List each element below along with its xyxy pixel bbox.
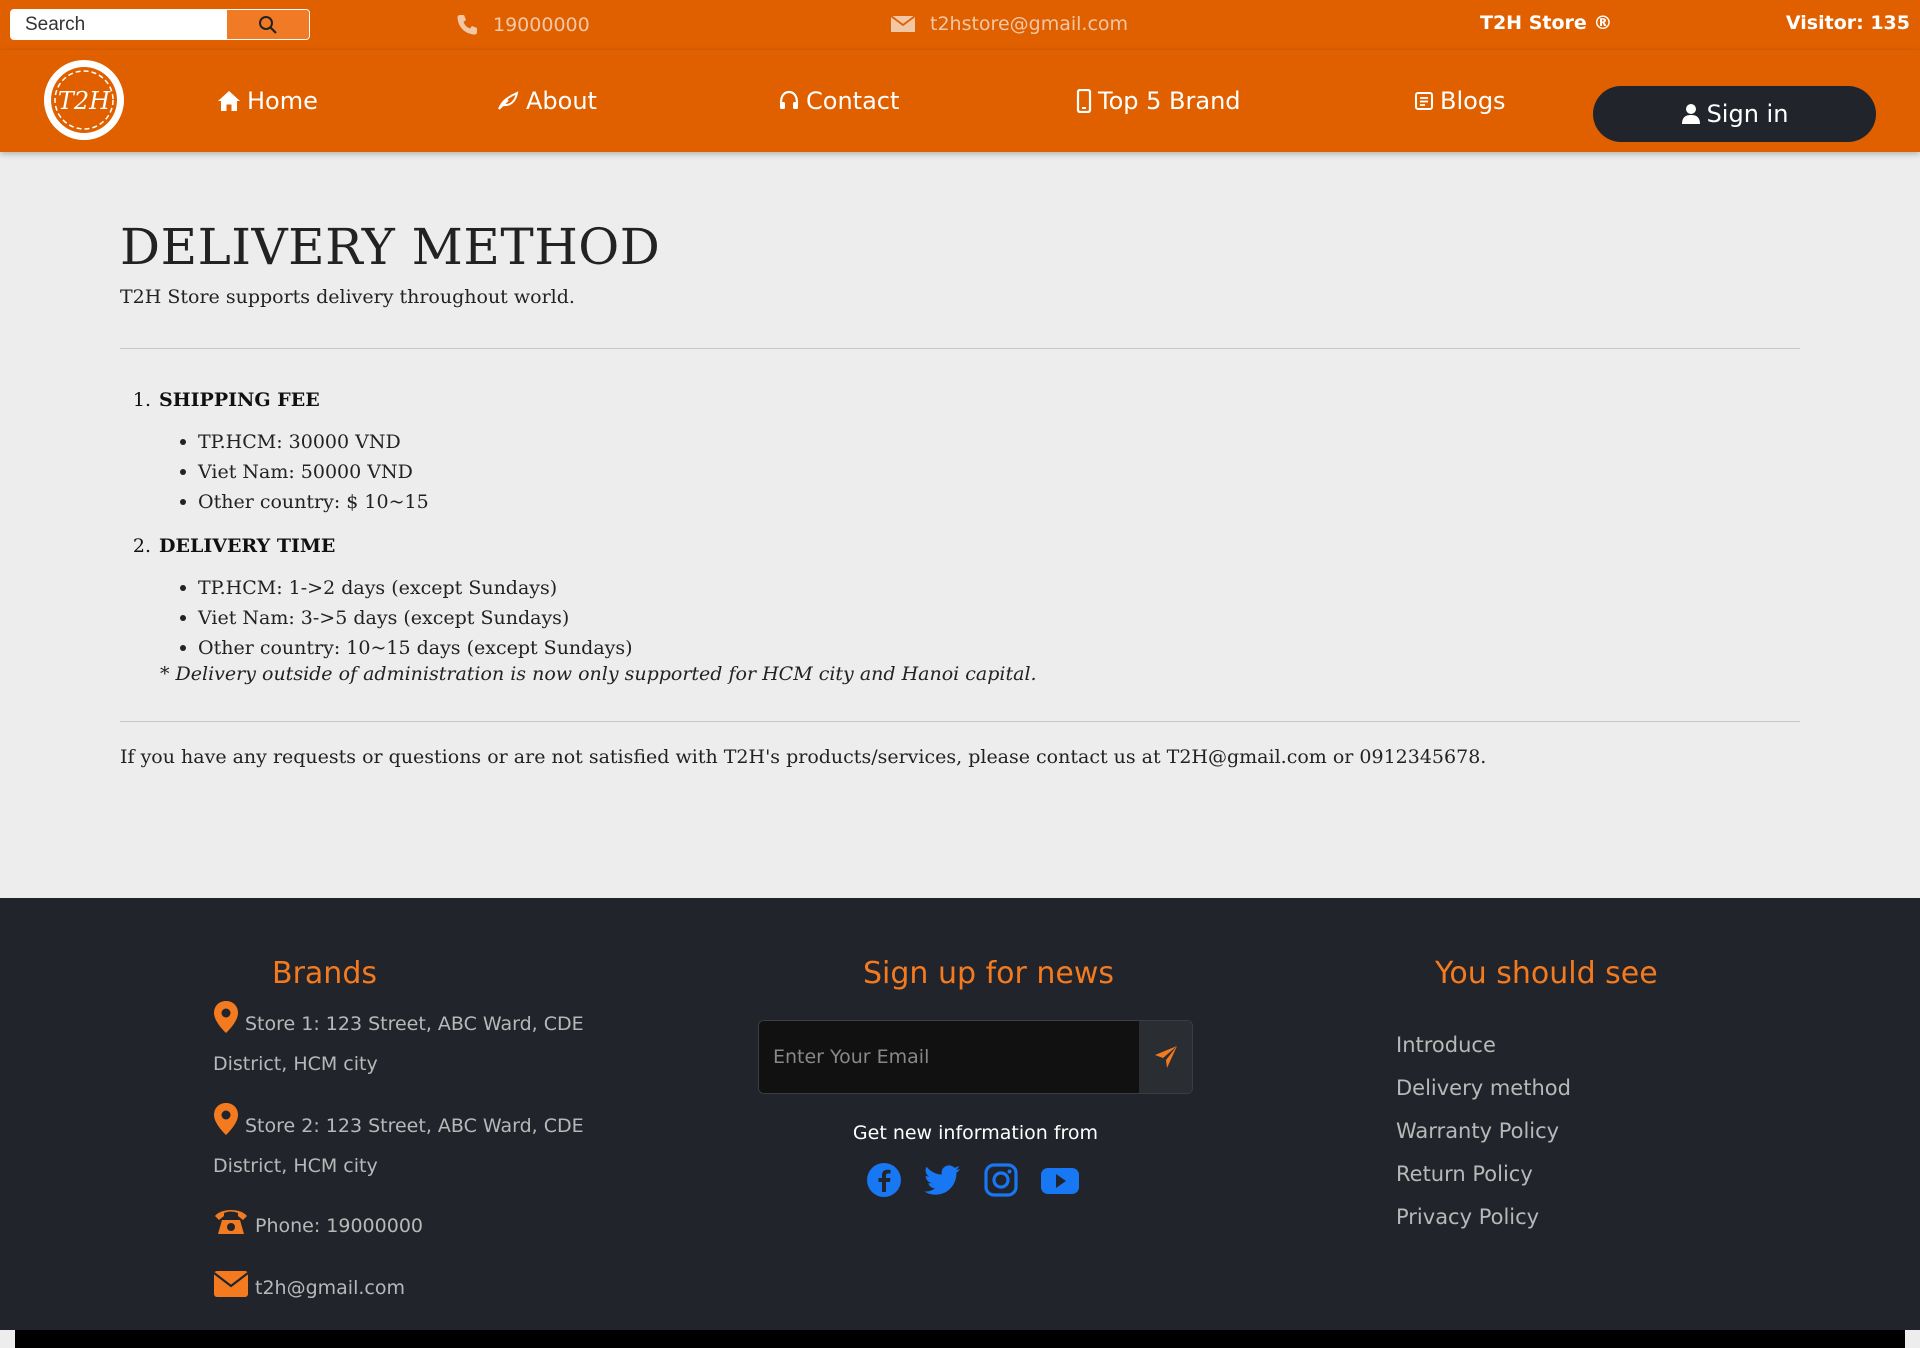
search-button[interactable] [227,10,309,39]
divider [120,721,1800,722]
nav-contact[interactable]: Contact [778,87,899,115]
paper-plane-icon [1154,1046,1177,1068]
store-2: Store 2: 123 Street, ABC Ward, CDE Distr… [213,1102,633,1186]
list-item: TP.HCM: 30000 VND [178,427,1800,457]
footer-phone: Phone: 19000000 [213,1206,633,1246]
footer-link-privacy-policy[interactable]: Privacy Policy [1396,1196,1571,1239]
section-delivery-time: 2. DELIVERY TIME TP.HCM: 1->2 days (exce… [120,535,1800,685]
see-heading: You should see [1435,956,1658,991]
youtube-icon[interactable] [1040,1162,1080,1198]
top-email-text: t2hstore@gmail.com [930,13,1129,35]
nav-about[interactable]: About [496,87,597,115]
nav-home-label: Home [247,87,318,115]
search-form [10,9,310,40]
nav-about-label: About [526,87,597,115]
footer-link-delivery-method[interactable]: Delivery method [1396,1067,1571,1110]
news-heading: Sign up for news [863,956,1114,991]
shipping-fee-list: TP.HCM: 30000 VND Viet Nam: 50000 VND Ot… [178,427,1800,517]
footer-email[interactable]: t2h@gmail.com [213,1268,633,1308]
brand-mark: T2H Store ® [1480,12,1613,34]
delivery-time-list: TP.HCM: 1->2 days (except Sundays) Viet … [178,573,1800,663]
headset-icon [779,90,799,109]
footer-phone-text: Phone: 19000000 [255,1215,424,1237]
list-item: Viet Nam: 3->5 days (except Sundays) [178,603,1800,633]
phone-icon [457,15,477,35]
footer-email-text: t2h@gmail.com [255,1277,405,1299]
section-number: 1. [132,389,151,411]
nav-blogs-label: Blogs [1440,87,1506,115]
newsletter-submit-button[interactable] [1139,1021,1192,1093]
store-1-text: Store 1: 123 Street, ABC Ward, CDE Distr… [213,1013,584,1075]
sign-in-button[interactable]: Sign in [1593,86,1876,142]
contact-line: If you have any requests or questions or… [120,746,1487,768]
top-email[interactable]: t2hstore@gmail.com [890,13,1128,35]
blog-icon [1415,92,1433,110]
mobile-phone-icon [1076,89,1092,113]
page-title: DELIVERY METHOD [120,218,661,276]
section-title: 1. SHIPPING FEE [120,389,1800,411]
brands-heading: Brands [272,956,377,991]
footer-bottom-strip [15,1330,1905,1348]
telephone-icon [215,1210,247,1234]
list-item: Other country: 10~15 days (except Sunday… [178,633,1800,663]
envelope-icon [890,15,916,32]
nav-blogs[interactable]: Blogs [1414,87,1506,115]
logo[interactable]: T2H [42,58,126,142]
list-item: Viet Nam: 50000 VND [178,457,1800,487]
delivery-note: * Delivery outside of administration is … [160,663,1037,685]
section-heading: DELIVERY TIME [159,535,336,557]
store-2-text: Store 2: 123 Street, ABC Ward, CDE Distr… [213,1115,584,1177]
leaf-icon [498,91,519,110]
nav-top5brand-label: Top 5 Brand [1098,87,1241,115]
visitor-count: Visitor: 135 [1785,12,1910,34]
nav-home[interactable]: Home [217,87,318,115]
home-icon [218,91,240,111]
top-phone-text: 19000000 [493,14,590,36]
footer-link-introduce[interactable]: Introduce [1396,1024,1571,1067]
divider [120,348,1800,349]
nav-top5brand[interactable]: Top 5 Brand [1076,87,1241,115]
search-input[interactable] [11,10,227,39]
section-heading: SHIPPING FEE [159,389,320,411]
newsletter-form [758,1020,1193,1094]
main-content: DELIVERY METHOD T2H Store supports deliv… [120,152,1800,768]
map-pin-icon [214,1103,238,1135]
section-shipping-fee: 1. SHIPPING FEE TP.HCM: 30000 VND Viet N… [120,389,1800,517]
store-1: Store 1: 123 Street, ABC Ward, CDE Distr… [213,1000,633,1084]
top-phone[interactable]: 19000000 [455,13,590,37]
nav-bar: T2H Home About Contact Top 5 Brand Blogs… [0,50,1920,152]
footer-links: Introduce Delivery method Warranty Polic… [1396,1024,1571,1239]
section-number: 2. [132,535,151,557]
instagram-icon[interactable] [984,1162,1018,1198]
facebook-icon[interactable] [866,1162,902,1198]
section-title: 2. DELIVERY TIME [120,535,1800,557]
top-bar: 19000000 t2hstore@gmail.com T2H Store ® … [0,0,1920,50]
footer-link-return-policy[interactable]: Return Policy [1396,1153,1571,1196]
social-links [866,1162,1080,1198]
logo-text: T2H [58,87,111,115]
user-icon [1681,104,1700,124]
list-item: Other country: $ 10~15 [178,487,1800,517]
sign-in-label: Sign in [1706,100,1789,128]
search-icon [259,15,277,34]
social-caption: Get new information from [852,1122,1099,1144]
map-pin-icon [214,1001,238,1033]
footer-link-warranty-policy[interactable]: Warranty Policy [1396,1110,1571,1153]
envelope-icon [213,1271,249,1297]
list-item: TP.HCM: 1->2 days (except Sundays) [178,573,1800,603]
nav-contact-label: Contact [806,87,900,115]
newsletter-email-input[interactable] [759,1021,1139,1093]
page-subtitle: T2H Store supports delivery throughout w… [120,286,575,308]
twitter-icon[interactable] [924,1162,962,1198]
